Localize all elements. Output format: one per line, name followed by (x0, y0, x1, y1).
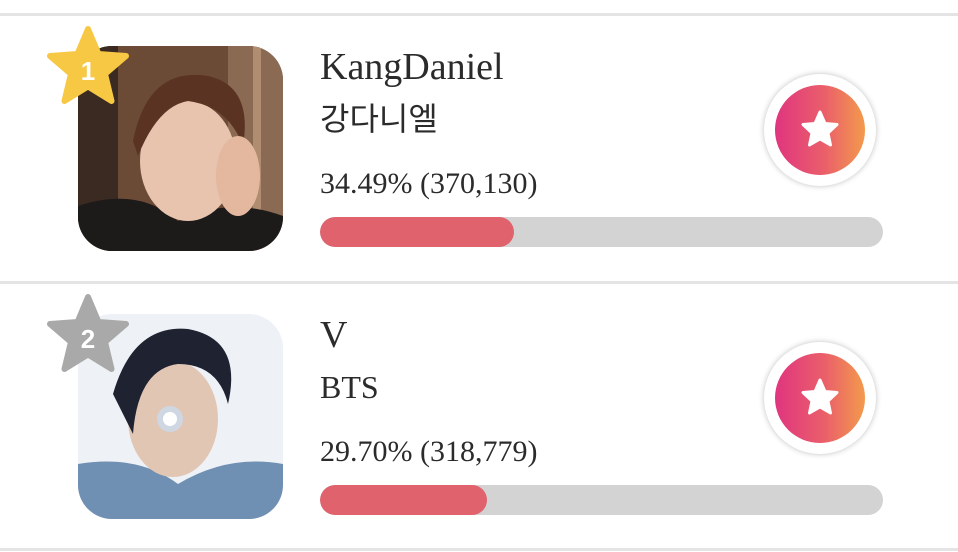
progress-fill (320, 485, 488, 515)
progress-fill (320, 217, 515, 247)
vote-stats: 29.70% (318,779) (320, 435, 538, 468)
progress-track (320, 485, 883, 515)
rank-badge-gold: 1 (44, 25, 132, 109)
progress-track (320, 217, 883, 247)
star-icon (801, 378, 839, 415)
rank-badge-silver: 2 (44, 293, 132, 377)
artist-subtitle: BTS (320, 369, 379, 405)
vote-button[interactable] (764, 342, 876, 454)
vote-button-circle (775, 353, 865, 443)
ranking-row-1[interactable]: 1 KangDaniel 강다니엘 34.49% (370,130) (0, 15, 958, 281)
artist-name: KangDaniel (320, 46, 504, 88)
vote-button-circle (775, 85, 865, 175)
vote-button[interactable] (764, 74, 876, 186)
vote-stats: 34.49% (370,130) (320, 167, 538, 200)
silver-star-icon: 2 (47, 294, 129, 372)
star-icon (801, 110, 839, 147)
bottom-divider (0, 548, 958, 551)
rank-number: 2 (81, 324, 95, 354)
artist-subtitle: 강다니엘 (320, 101, 438, 137)
gold-star-icon: 1 (47, 26, 129, 104)
rank-number: 1 (81, 56, 95, 86)
artist-name: V (320, 314, 348, 356)
ranking-row-2[interactable]: 2 V BTS 29.70% (318,779) (0, 283, 958, 549)
